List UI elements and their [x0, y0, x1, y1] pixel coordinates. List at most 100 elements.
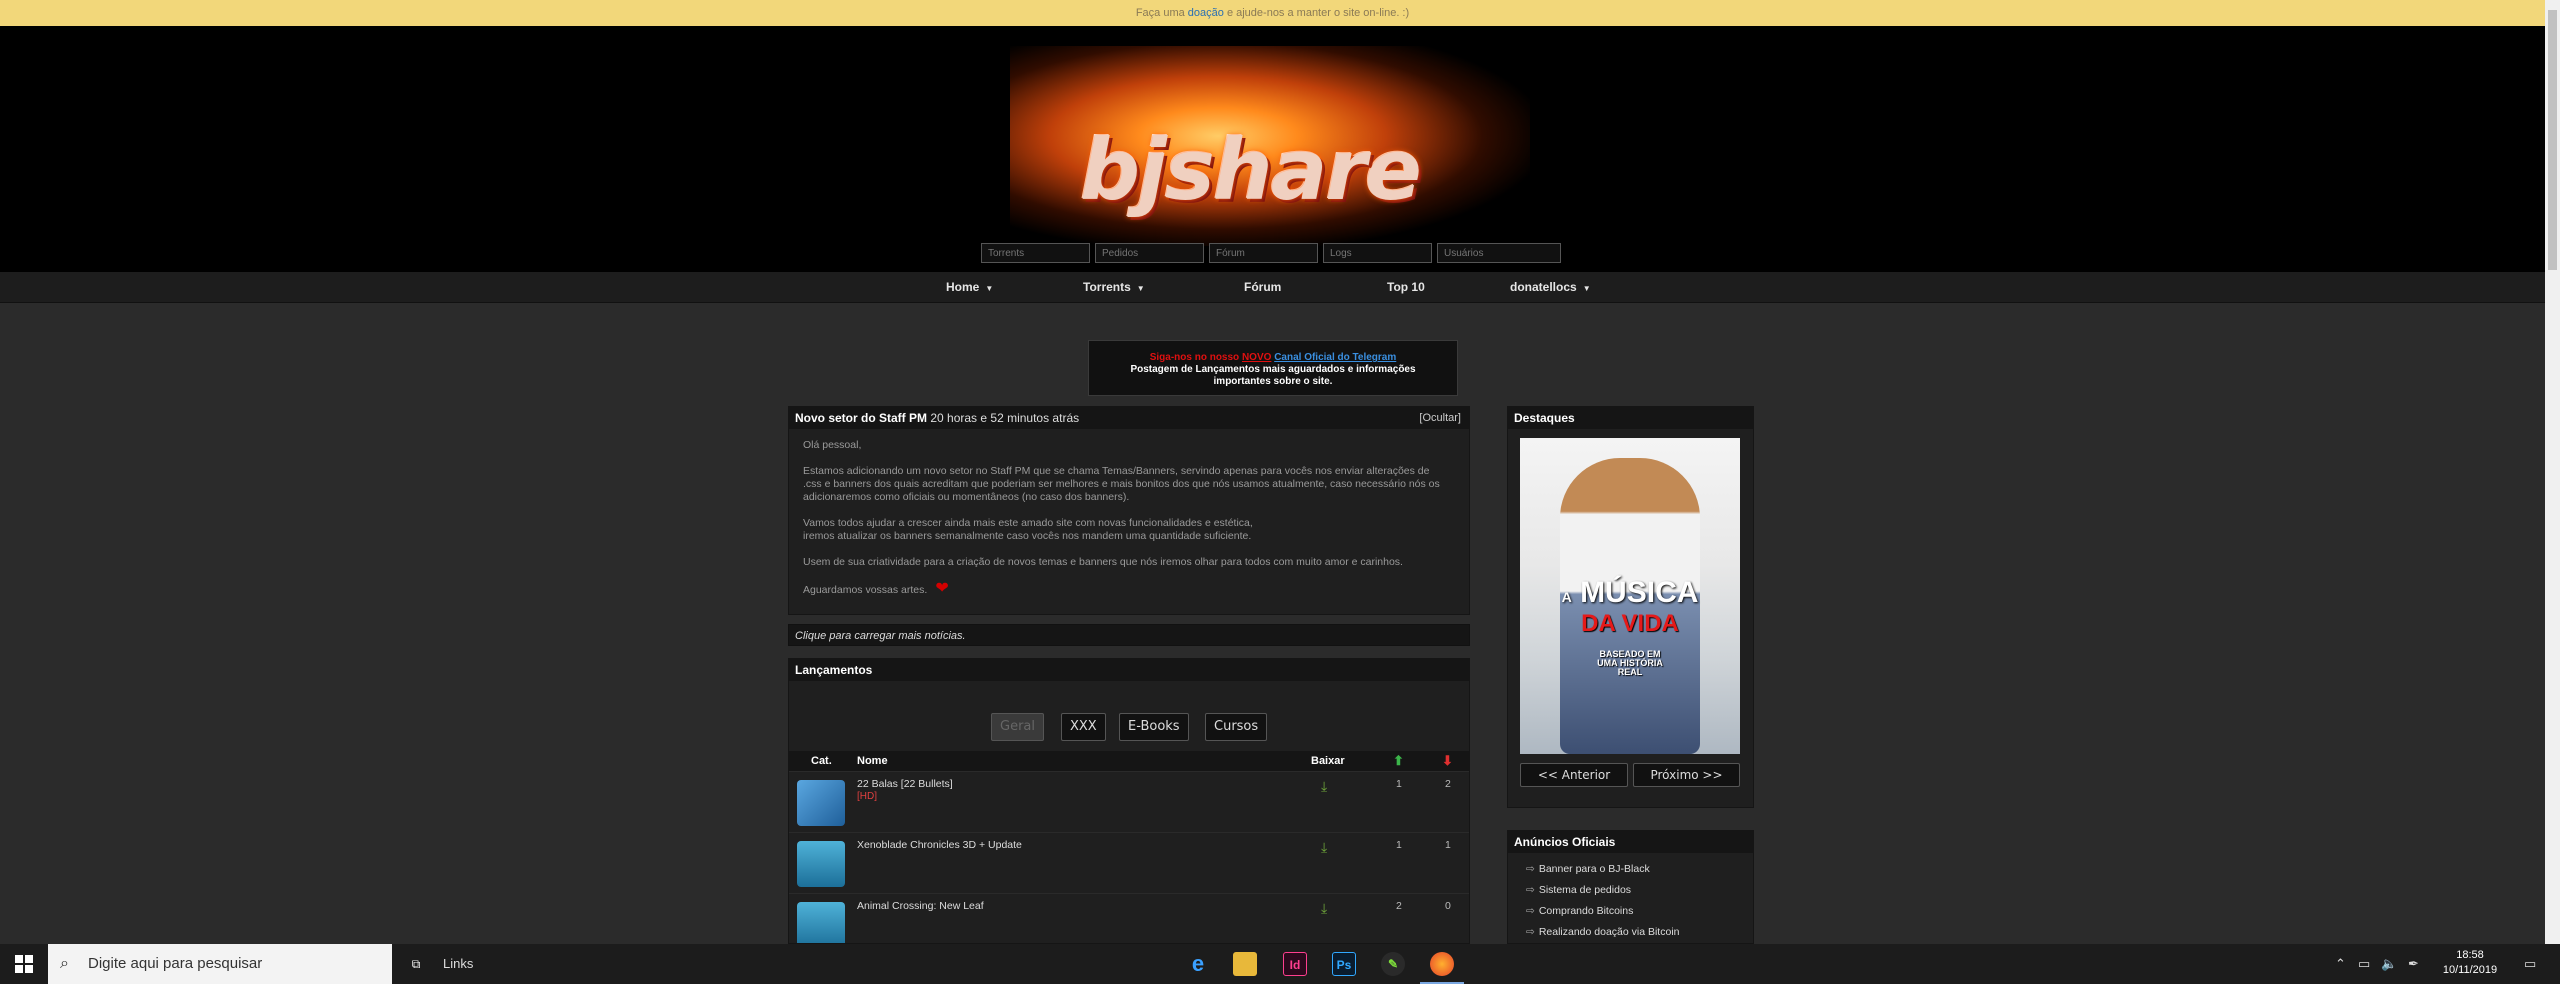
col-cat[interactable]: Cat.	[811, 755, 832, 767]
file-explorer-icon[interactable]	[1233, 952, 1257, 976]
clock-date: 10/11/2019	[2442, 964, 2498, 976]
release-name[interactable]: 22 Balas [22 Bullets]	[857, 778, 953, 790]
nav-forum[interactable]: Fórum	[1244, 272, 1281, 303]
announcements-header: Anúncios Oficiais	[1508, 831, 1753, 853]
announcements-list: ⇨ Banner para o BJ-Black ⇨ Sistema de pedi…	[1508, 853, 1753, 943]
news-title: Novo setor do Staff PM	[795, 411, 928, 425]
table-row[interactable]: Animal Crossing: New Leaf ⤓ 2 0	[789, 893, 1469, 943]
links-toolbar[interactable]: Links	[443, 944, 473, 984]
edge-browser-icon[interactable]: e	[1186, 952, 1210, 976]
site-logo[interactable]: bjshare	[1080, 121, 1422, 219]
news-panel: Novo setor do Staff PM 20 horas e 52 min…	[788, 406, 1470, 615]
caret-down-icon: ▼	[985, 284, 994, 293]
taskbar: ⌕ Digite aqui para pesquisar ⧉ Links e I…	[0, 944, 2560, 984]
search-requests-input[interactable]	[1095, 243, 1204, 263]
tab-geral[interactable]: Geral	[991, 713, 1044, 741]
task-view-icon[interactable]: ⧉	[404, 952, 428, 976]
previous-button[interactable]: << Anterior	[1520, 763, 1628, 787]
pen-icon[interactable]: ✒	[2408, 944, 2419, 984]
announcement-link[interactable]: Banner para o BJ-Black	[1539, 863, 1650, 875]
arrow-right-icon: ⇨	[1526, 863, 1535, 875]
leechers-arrow-icon[interactable]: ⬇	[1442, 753, 1453, 769]
news-hide-button[interactable]: [Ocultar]	[1419, 407, 1461, 429]
news-line: .css e banners dos quais acreditam que p…	[803, 478, 1440, 490]
col-name[interactable]: Nome	[857, 755, 888, 767]
telegram-prefix: Siga-nos no nosso	[1149, 352, 1242, 363]
news-time: 20 horas e 52 minutos atrás	[930, 411, 1080, 425]
seeders-count: 1	[1396, 839, 1402, 851]
arrow-right-icon: ⇨	[1526, 884, 1535, 896]
release-name[interactable]: Animal Crossing: New Leaf	[857, 900, 984, 912]
news-line: adicionaremos como oficiais ou momentâne…	[803, 491, 1130, 503]
col-download: Baixar	[1311, 755, 1345, 767]
leechers-count: 0	[1445, 900, 1451, 912]
windows-start-icon[interactable]	[15, 955, 33, 973]
nav-forum-label: Fórum	[1244, 280, 1282, 294]
news-body: Olá pessoal, Estamos adicionando um novo…	[789, 429, 1469, 620]
tab-cursos[interactable]: Cursos	[1205, 713, 1268, 741]
download-icon[interactable]: ⤓	[1321, 900, 1327, 917]
nav-user-menu[interactable]: donatellocs ▼	[1510, 272, 1591, 303]
taskbar-clock[interactable]: 18:58 10/11/2019	[2430, 948, 2510, 978]
release-name[interactable]: Xenoblade Chronicles 3D + Update	[857, 839, 1022, 851]
announcement-link[interactable]: Comprando Bitcoins	[1539, 905, 1634, 917]
seeders-count: 2	[1396, 900, 1402, 912]
announcement-link[interactable]: Realizando doação via Bitcoin	[1539, 926, 1680, 938]
donation-link[interactable]: doação	[1188, 7, 1224, 19]
seeders-arrow-icon[interactable]: ⬆	[1393, 753, 1404, 769]
page-scrollbar[interactable]	[2545, 0, 2560, 944]
photoshop-icon[interactable]: Ps	[1332, 952, 1356, 976]
nav-torrents[interactable]: Torrents ▼	[1083, 272, 1145, 303]
news-line: iremos atualizar os banners semanalmente…	[803, 530, 1252, 542]
network-icon[interactable]: ▭	[2358, 944, 2370, 984]
game-console-category-icon	[797, 902, 845, 943]
clock-time: 18:58	[2456, 949, 2484, 961]
telegram-channel-link[interactable]: Canal Oficial do Telegram	[1274, 352, 1396, 363]
chevron-up-icon[interactable]: ⌃	[2335, 944, 2346, 984]
leechers-count: 1	[1445, 839, 1451, 851]
news-line: Estamos adicionando um novo setor no Sta…	[803, 465, 1430, 477]
search-icon: ⌕	[60, 955, 69, 972]
list-item[interactable]: ⇨ Realizando doação via Bitcoin	[1526, 922, 1753, 943]
heart-icon: ❤	[935, 580, 949, 597]
taskbar-search-placeholder: Digite aqui para pesquisar	[88, 955, 263, 972]
list-item[interactable]: ⇨ Banner para o BJ-Black	[1526, 859, 1753, 880]
donation-text-after: e ajude-nos a manter o site on-line. :)	[1223, 7, 1410, 19]
announcement-link[interactable]: Sistema de pedidos	[1539, 884, 1631, 896]
nav-top10[interactable]: Top 10	[1387, 272, 1425, 303]
tab-ebooks[interactable]: E-Books	[1119, 713, 1189, 741]
indesign-icon[interactable]: Id	[1283, 952, 1307, 976]
nav-home[interactable]: Home ▼	[946, 272, 993, 303]
telegram-line3: importantes sobre o site.	[1213, 376, 1333, 387]
poster-caption-line: REAL	[1617, 667, 1643, 677]
notification-icon[interactable]: ▭	[2524, 944, 2536, 984]
download-icon[interactable]: ⤓	[1321, 839, 1327, 856]
firefox-icon[interactable]	[1430, 952, 1454, 976]
nav-torrents-label: Torrents	[1083, 280, 1131, 294]
search-logs-input[interactable]	[1323, 243, 1432, 263]
volume-icon[interactable]: 🔈	[2381, 944, 2397, 984]
news-paragraph: Usem de sua criatividade para a criação …	[803, 556, 1403, 568]
seeders-count: 1	[1396, 778, 1402, 790]
search-torrents-input[interactable]	[981, 243, 1090, 263]
movie-poster[interactable]: A MÚSICA DA VIDA BASEADO EM UMA HISTÓRIA…	[1520, 438, 1740, 754]
telegram-novo: NOVO	[1241, 352, 1272, 363]
releases-panel: Lançamentos Geral XXX E-Books Cursos Cat…	[788, 658, 1470, 944]
download-icon[interactable]: ⤓	[1321, 778, 1327, 795]
app-green-icon[interactable]: ✎	[1381, 952, 1405, 976]
table-row[interactable]: 22 Balas [22 Bullets] [HD] ⤓ 1 2	[789, 771, 1469, 831]
table-row[interactable]: Xenoblade Chronicles 3D + Update ⤓ 1 1	[789, 832, 1469, 892]
search-forum-input[interactable]	[1209, 243, 1318, 263]
search-users-input[interactable]	[1437, 243, 1561, 263]
donation-banner: Faça uma doação e ajude-nos a manter o s…	[0, 0, 2545, 26]
taskbar-search[interactable]: ⌕ Digite aqui para pesquisar	[48, 944, 392, 984]
game-console-category-icon	[797, 841, 845, 887]
list-item[interactable]: ⇨ Sistema de pedidos	[1526, 880, 1753, 901]
nav-user-label: donatellocs	[1510, 280, 1577, 294]
scrollbar-thumb[interactable]	[2548, 10, 2557, 270]
arrow-right-icon: ⇨	[1526, 926, 1535, 938]
list-item[interactable]: ⇨ Comprando Bitcoins	[1526, 901, 1753, 922]
load-more-news[interactable]: Clique para carregar mais notícias.	[788, 624, 1470, 646]
next-button[interactable]: Próximo >>	[1633, 763, 1740, 787]
tab-xxx[interactable]: XXX	[1061, 713, 1106, 741]
